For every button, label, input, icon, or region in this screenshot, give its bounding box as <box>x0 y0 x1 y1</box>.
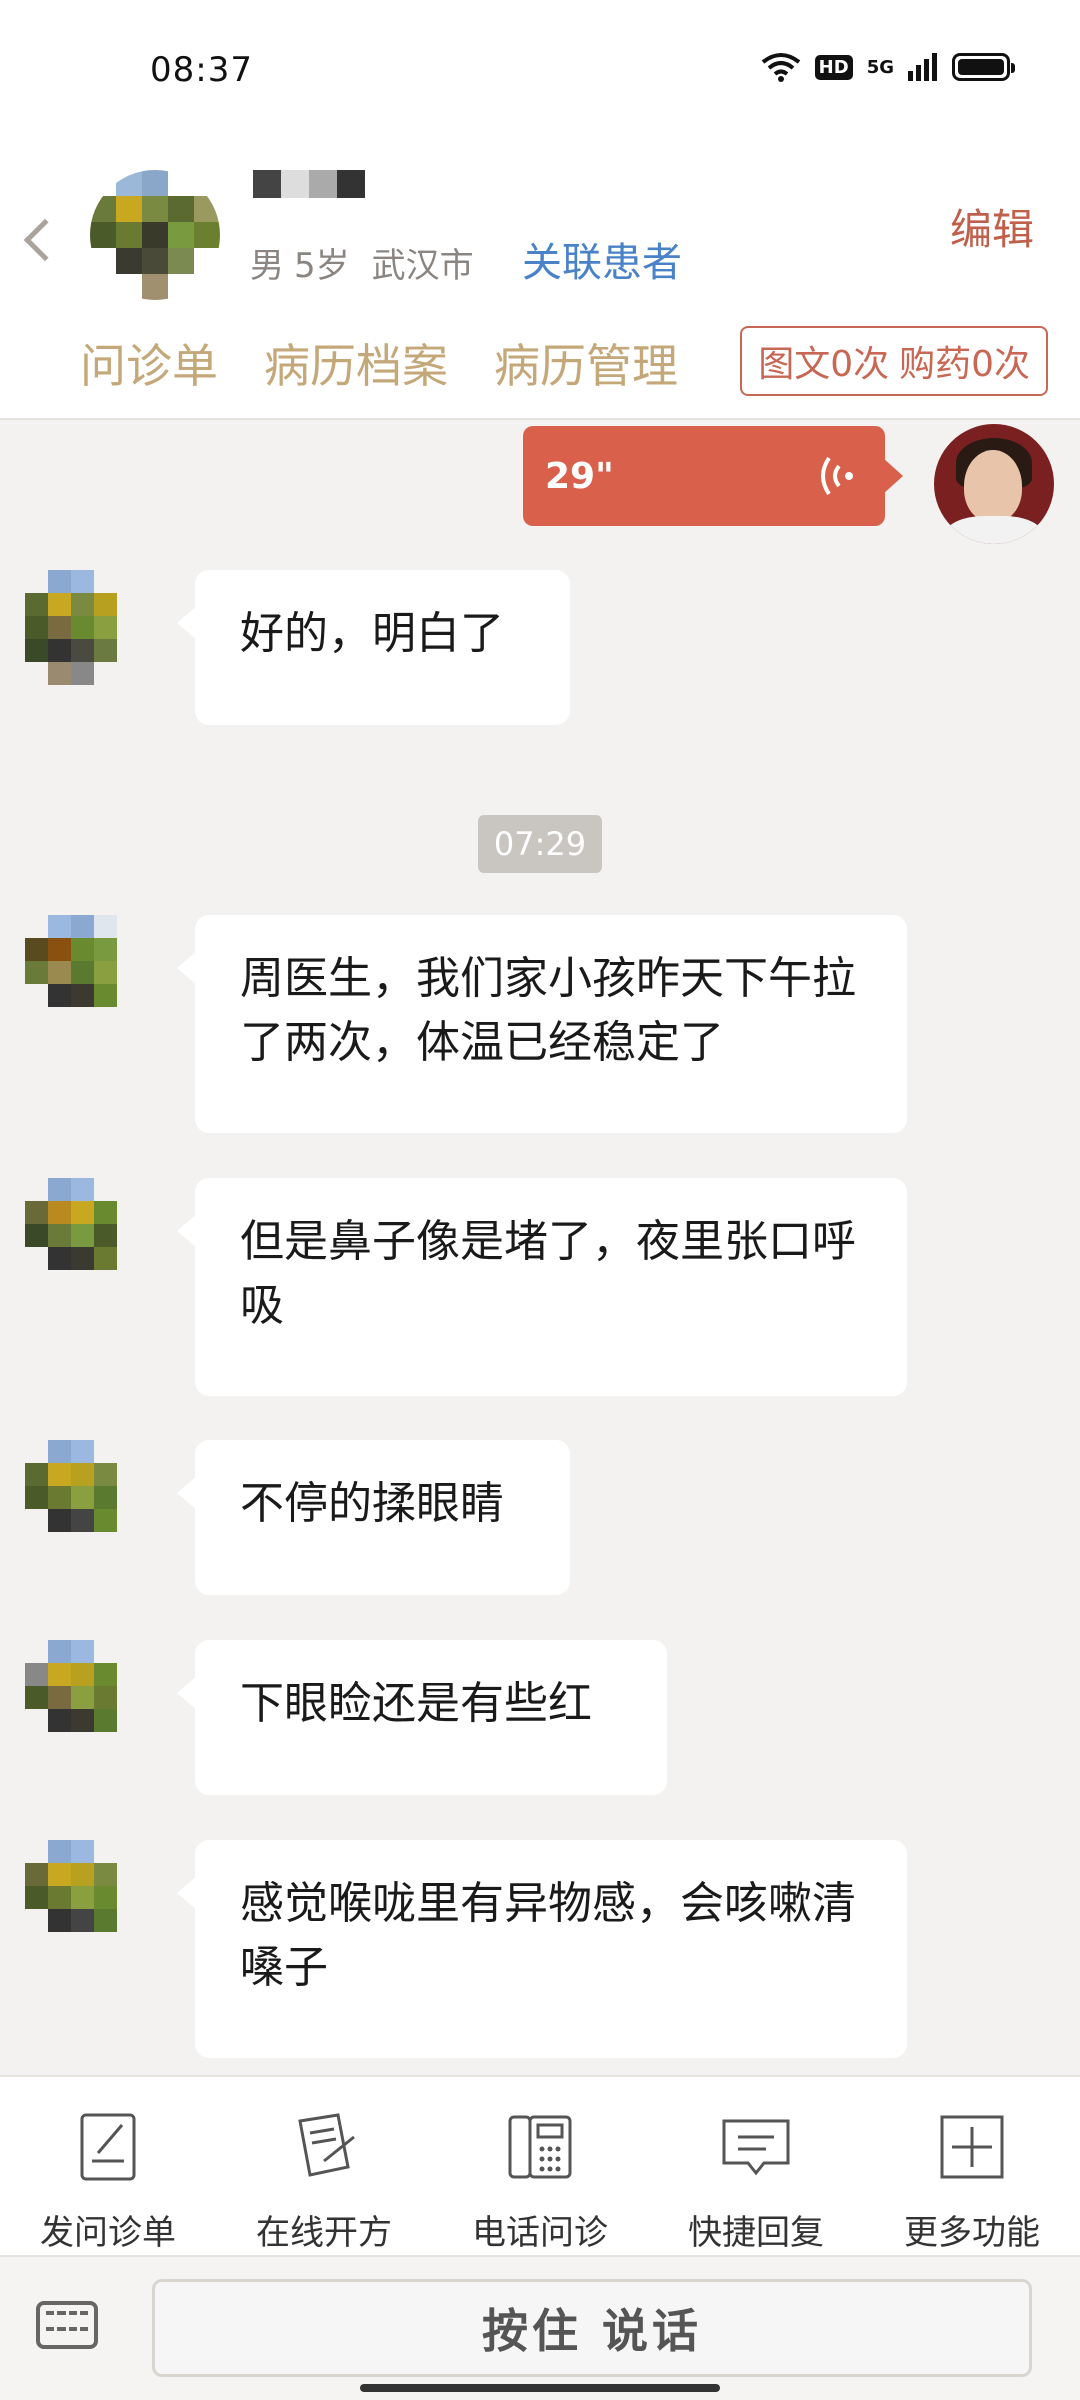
patient-chat-avatar[interactable] <box>25 915 140 1030</box>
message-text[interactable]: 但是鼻子像是堵了，夜里张口呼吸 <box>177 1178 907 1396</box>
doctor-avatar[interactable] <box>934 424 1054 544</box>
voice-wave-icon <box>821 456 853 496</box>
voice-duration: 29" <box>545 455 614 497</box>
patient-header: 男 5岁 武汉市 关联患者 编辑 问诊单 病历档案 病历管理 图文0次 购药0次 <box>0 130 1080 420</box>
tool-label: 更多功能 <box>904 2213 1040 2253</box>
keyboard-icon[interactable] <box>36 2301 98 2349</box>
status-bar: 08:37 HD 5G <box>0 0 1080 130</box>
patient-chat-avatar[interactable] <box>25 1440 140 1555</box>
link-patient-button[interactable]: 关联患者 <box>522 230 682 288</box>
back-button[interactable] <box>23 200 70 280</box>
graphic-consult-count: 图文0次 <box>758 344 890 385</box>
battery-icon <box>952 53 1015 81</box>
wifi-icon <box>761 53 800 82</box>
message-text[interactable]: 不停的揉眼睛 <box>177 1440 570 1595</box>
network-label: 5G <box>866 56 894 78</box>
voice-message-bubble[interactable]: 29" <box>523 426 903 526</box>
tool-label: 在线开方 <box>256 2213 392 2253</box>
patient-avatar[interactable] <box>90 170 220 300</box>
signal-icon <box>908 53 937 81</box>
chat-bubble-icon <box>722 2119 790 2176</box>
patient-chat-avatar[interactable] <box>25 570 140 685</box>
plus-box-icon <box>940 2115 1004 2179</box>
prescription-icon <box>298 2113 355 2177</box>
message-text[interactable]: 下眼睑还是有些红 <box>177 1640 667 1795</box>
patient-chat-avatar[interactable] <box>25 1840 140 1955</box>
hd-badge: HD <box>814 54 853 80</box>
phone-consult-button[interactable]: 电话问诊 <box>450 2107 630 2255</box>
patient-city: 武汉市 <box>371 246 474 286</box>
function-toolbar: 发问诊单 在线开方 电话问诊 快捷回复 更多功能 <box>0 2075 1080 2255</box>
tab-consult-form[interactable]: 问诊单 <box>80 330 218 396</box>
tab-records-management[interactable]: 病历管理 <box>494 330 678 396</box>
chat-area[interactable]: 29" 好的，明白了 07:29 周医生，我们家小孩昨天下午拉了两次，体温已经稳… <box>0 420 1080 2075</box>
form-pen-icon <box>80 2113 136 2181</box>
status-icons: HD 5G <box>761 52 1015 82</box>
message-text[interactable]: 周医生，我们家小孩昨天下午拉了两次，体温已经稳定了 <box>177 915 907 1133</box>
tool-label: 快捷回复 <box>688 2213 824 2253</box>
patient-chat-avatar[interactable] <box>25 1640 140 1755</box>
patient-name-redacted <box>253 170 365 198</box>
purchase-count: 购药0次 <box>899 344 1030 385</box>
edit-button[interactable]: 编辑 <box>950 196 1034 257</box>
patient-meta: 男 5岁 武汉市 <box>250 238 474 287</box>
phone-icon <box>508 2115 572 2179</box>
patient-age: 5岁 <box>294 246 350 286</box>
quick-reply-button[interactable]: 快捷回复 <box>666 2107 846 2255</box>
chevron-left-icon <box>23 218 67 262</box>
timestamp-chip: 07:29 <box>478 815 602 873</box>
input-bar: 按住 说话 <box>0 2255 1080 2400</box>
patient-tabs: 问诊单 病历档案 病历管理 <box>80 330 678 396</box>
status-time: 08:37 <box>150 50 253 90</box>
tab-medical-records[interactable]: 病历档案 <box>264 330 448 396</box>
patient-chat-avatar[interactable] <box>25 1178 140 1293</box>
message-text[interactable]: 好的，明白了 <box>177 570 570 725</box>
home-indicator[interactable] <box>360 2384 720 2392</box>
message-text[interactable]: 感觉喉咙里有异物感，会咳嗽清嗓子 <box>177 1840 907 2058</box>
patient-gender: 男 <box>250 246 284 286</box>
send-consult-form-button[interactable]: 发问诊单 <box>18 2107 198 2255</box>
tool-label: 发问诊单 <box>40 2213 176 2253</box>
online-prescription-button[interactable]: 在线开方 <box>234 2107 414 2255</box>
more-functions-button[interactable]: 更多功能 <box>882 2107 1062 2255</box>
usage-counter-badge[interactable]: 图文0次 购药0次 <box>740 326 1048 396</box>
tool-label: 电话问诊 <box>472 2213 608 2253</box>
hold-to-talk-button[interactable]: 按住 说话 <box>152 2279 1032 2377</box>
chat-screen: 08:37 HD 5G 男 5岁 武汉市 关联患者 编辑 问诊单 病历档案 病历… <box>0 0 1080 2400</box>
